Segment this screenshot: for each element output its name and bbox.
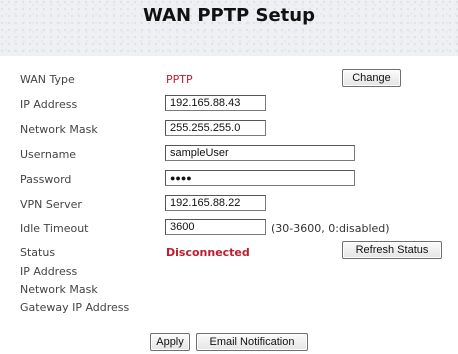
idle-timeout-input[interactable]: 3600 [165, 219, 266, 235]
refresh-status-button[interactable]: Refresh Status [342, 241, 442, 259]
password-label: Password [20, 173, 72, 186]
status-value: Disconnected [166, 246, 250, 259]
email-notification-button[interactable]: Email Notification [196, 333, 308, 351]
idle-timeout-label: Idle Timeout [20, 222, 89, 235]
status-gateway-label: Gateway IP Address [20, 301, 130, 314]
apply-button[interactable]: Apply [150, 333, 190, 351]
vpn-server-input[interactable]: 192.165.88.22 [165, 195, 266, 211]
ip-address-input[interactable]: 192.165.88.43 [165, 95, 266, 111]
status-label: Status [20, 246, 56, 259]
network-mask-label: Network Mask [20, 123, 98, 136]
idle-timeout-hint: (30-3600, 0:disabled) [271, 222, 390, 235]
vpn-server-label: VPN Server [20, 198, 82, 211]
wan-type-value: PPTP [166, 73, 193, 86]
status-network-mask-label: Network Mask [20, 283, 98, 296]
ip-address-label: IP Address [20, 98, 78, 111]
status-ip-address-label: IP Address [20, 265, 78, 278]
username-label: Username [20, 148, 77, 161]
change-wan-type-button[interactable]: Change [342, 69, 401, 87]
password-input[interactable]: ●●●● [165, 170, 355, 186]
username-input[interactable]: sampleUser [165, 145, 355, 161]
network-mask-input[interactable]: 255.255.255.0 [165, 120, 266, 136]
page-title: WAN PPTP Setup [143, 5, 315, 26]
page-header: WAN PPTP Setup [0, 0, 458, 56]
wan-type-label: WAN Type [20, 73, 75, 86]
